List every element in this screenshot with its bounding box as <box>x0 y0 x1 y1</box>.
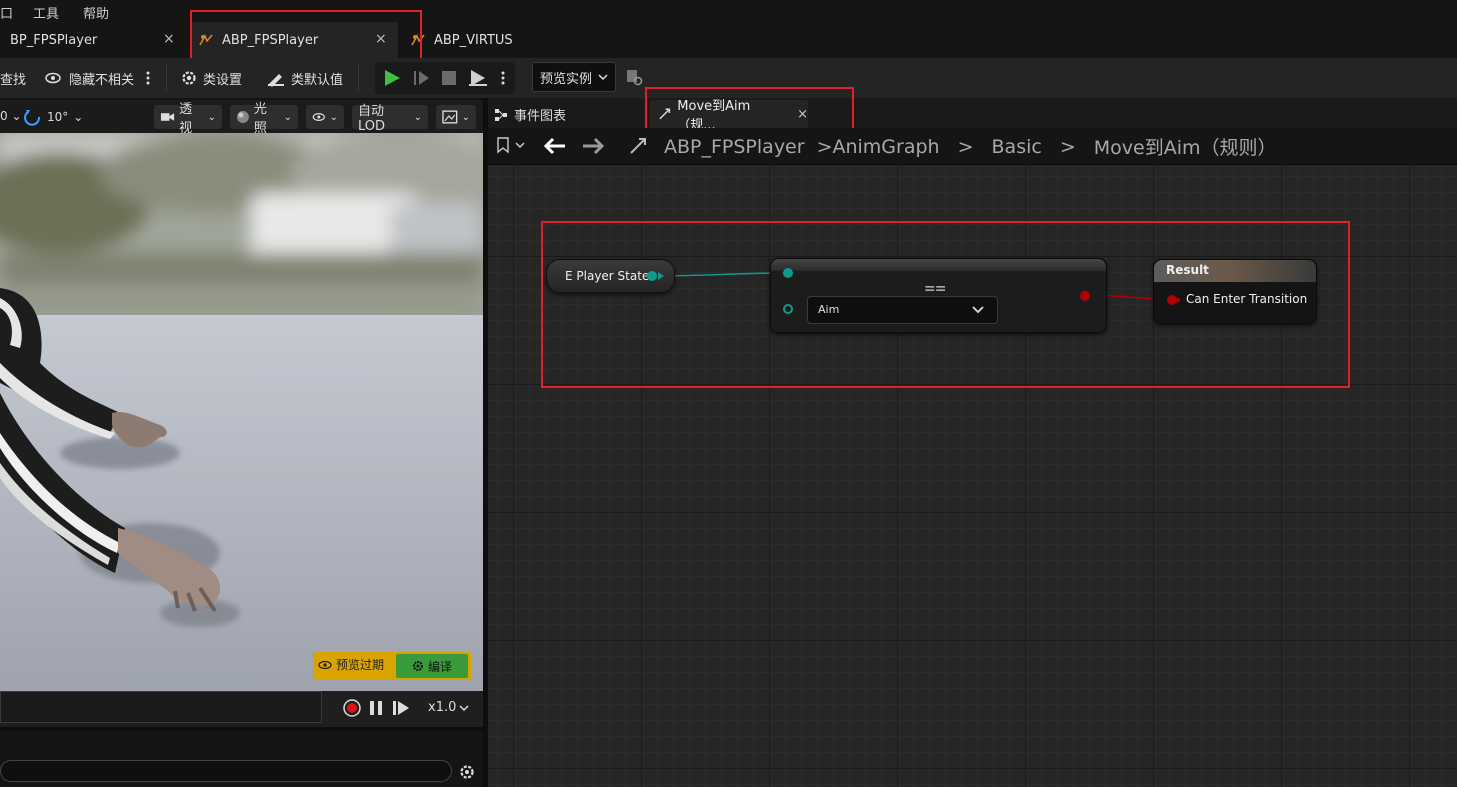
breadcrumb-item-blueprint[interactable]: ABP_FPSPlayer <box>664 136 805 158</box>
settings-gear-icon[interactable] <box>458 763 476 781</box>
rotation-snap-dropdown[interactable]: 10° ⌄ <box>24 108 83 126</box>
viewport-toolbar: 0 ⌄ 10° ⌄ 透视 ⌄ 光照 ⌄ ⌄ 自动LOD ⌄ ⌄ <box>0 100 483 136</box>
breadcrumb-item-rule[interactable]: Move到Aim（规则） <box>1094 133 1277 160</box>
rotation-snap-icon <box>24 110 41 126</box>
preview-scene <box>0 133 483 691</box>
lod-dropdown[interactable]: 自动LOD ⌄ <box>352 104 428 134</box>
breadcrumb-item-basic[interactable]: Basic <box>992 136 1042 158</box>
step-icon[interactable] <box>413 69 431 87</box>
chevron-down-icon <box>459 704 469 711</box>
play-icon[interactable] <box>383 69 401 87</box>
bookmark-icon <box>497 137 509 154</box>
preview-instance-dropdown[interactable]: 预览实例 <box>532 62 616 92</box>
breadcrumb-separator: > <box>957 135 974 158</box>
toolbar-divider <box>166 65 167 91</box>
menu-window[interactable]: 口 <box>0 3 13 22</box>
forward-arrow-icon[interactable] <box>581 137 605 155</box>
hide-unrelated-label: 隐藏不相关 <box>69 72 135 88</box>
preview-instance-label: 预览实例 <box>539 71 592 87</box>
find-button[interactable]: 查找 <box>0 66 26 90</box>
timeline-scrubber[interactable] <box>0 691 322 723</box>
debug-controls <box>375 62 515 94</box>
tab-abp-virtus[interactable]: ABP_VIRTUS <box>404 22 534 58</box>
find-label: 查找 <box>0 72 27 88</box>
possess-icon[interactable] <box>468 69 488 87</box>
breadcrumb-item-animgraph[interactable]: AnimGraph <box>832 136 939 158</box>
tab-label: ABP_VIRTUS <box>434 32 513 48</box>
menu-help[interactable]: 帮助 <box>83 3 109 22</box>
eye-icon <box>312 113 325 121</box>
lighting-dropdown[interactable]: 光照 ⌄ <box>230 102 298 136</box>
chevron-down-icon <box>598 74 608 81</box>
preview-outdated-badge: 预览过期 <box>318 656 384 673</box>
graph-tab-bar: 事件图表 Move到Aim（规... × <box>488 98 1457 133</box>
viewport-layout-dropdown[interactable]: ⌄ <box>436 105 476 129</box>
details-panel <box>0 727 483 787</box>
chevron-down-icon <box>515 142 525 149</box>
close-icon[interactable]: × <box>163 31 175 47</box>
search-field[interactable] <box>0 760 452 782</box>
gear-icon <box>182 71 196 85</box>
stop-icon[interactable] <box>441 70 457 86</box>
toolbar-divider <box>358 65 359 91</box>
eye-filter-icon <box>45 72 61 84</box>
breadcrumb-separator: > <box>816 135 833 158</box>
hide-unrelated-button[interactable]: 隐藏不相关 <box>44 66 134 90</box>
perspective-dropdown[interactable]: 透视 ⌄ <box>154 102 222 136</box>
playback-speed-dropdown[interactable]: x1.0 <box>428 700 469 715</box>
record-icon[interactable] <box>343 699 361 717</box>
breadcrumb: ABP_FPSPlayer > AnimGraph > Basic > Move… <box>664 133 1277 160</box>
show-flags-dropdown[interactable]: ⌄ <box>306 105 344 129</box>
eye-icon <box>318 660 332 669</box>
class-defaults-button[interactable]: 类默认值 <box>266 66 343 90</box>
back-arrow-icon[interactable] <box>543 137 567 155</box>
tab-bp-fpsplayer[interactable]: BP_FPSPlayer × <box>0 22 186 58</box>
preview-viewport[interactable]: 预览过期 编译 <box>0 133 483 691</box>
tab-event-graph[interactable]: 事件图表 <box>494 105 566 124</box>
menu-tools[interactable]: 工具 <box>33 3 59 22</box>
animation-timeline: x1.0 <box>0 691 483 727</box>
transition-icon <box>630 138 646 154</box>
bookmark-dropdown[interactable] <box>496 136 525 154</box>
breadcrumb-separator: > <box>1059 135 1076 158</box>
class-settings-button[interactable]: 类设置 <box>180 66 242 90</box>
compile-button[interactable]: 编译 <box>396 654 468 678</box>
pause-icon[interactable] <box>369 700 383 716</box>
graph-icon <box>495 108 507 121</box>
find-in-world-icon[interactable] <box>626 69 644 87</box>
image-layout-icon <box>442 110 458 124</box>
class-defaults-label: 类默认值 <box>291 72 344 88</box>
graph-navigation-bar: ABP_FPSPlayer > AnimGraph > Basic > Move… <box>488 128 1457 165</box>
more-options-icon[interactable] <box>501 70 505 86</box>
class-settings-label: 类设置 <box>203 72 243 88</box>
lighting-sphere-icon <box>236 111 249 123</box>
tab-label: BP_FPSPlayer <box>10 32 98 48</box>
camera-icon <box>160 113 175 121</box>
gear-icon <box>412 661 423 671</box>
edit-defaults-icon <box>268 74 284 87</box>
more-options-icon[interactable] <box>146 66 154 90</box>
step-forward-icon[interactable] <box>392 700 410 716</box>
grid-snap-dropdown[interactable]: 0 ⌄ <box>0 109 22 123</box>
panel-divider <box>0 727 483 731</box>
highlight-box-graph-nodes <box>541 221 1350 388</box>
